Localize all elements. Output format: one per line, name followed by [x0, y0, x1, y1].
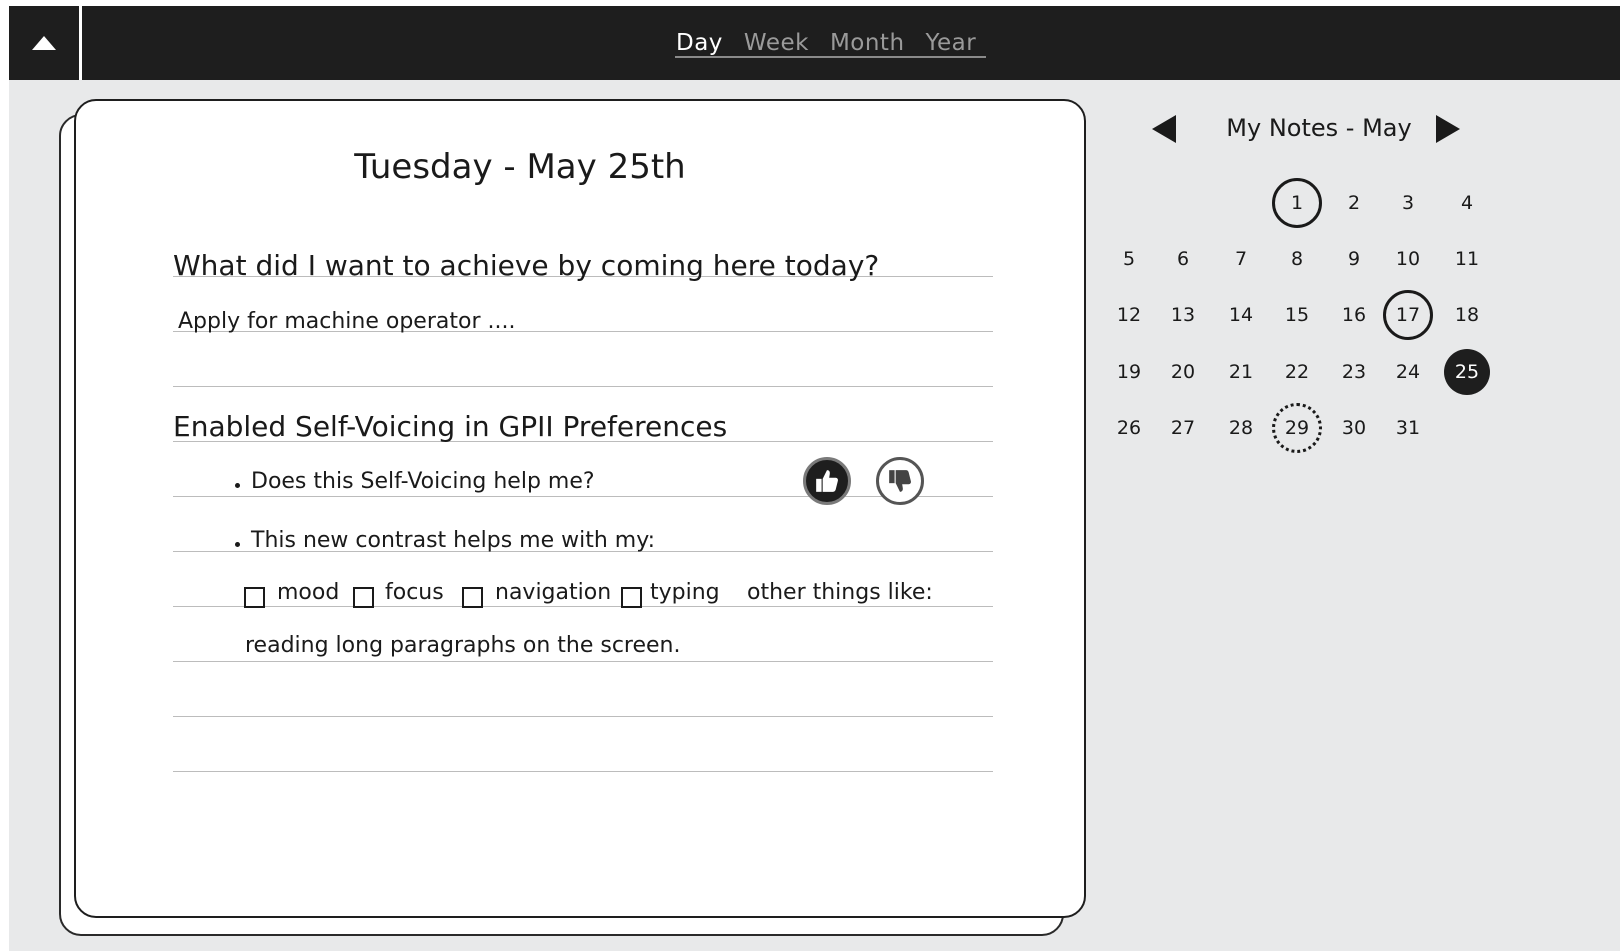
app-window: Day Week Month Year Tuesday - May 25th W…: [9, 6, 1620, 951]
bullet-dot: [235, 542, 240, 547]
note-rule: [173, 661, 993, 662]
checkbox-mood-label: mood: [277, 580, 340, 605]
calendar-day-14[interactable]: 14: [1216, 290, 1266, 340]
calendar-day-24[interactable]: 24: [1383, 347, 1433, 397]
calendar-day-3[interactable]: 3: [1383, 178, 1433, 228]
calendar-day-25[interactable]: 25: [1444, 349, 1490, 395]
calendar-day-19[interactable]: 19: [1104, 347, 1154, 397]
answer-text[interactable]: Apply for machine operator ....: [178, 309, 515, 334]
checkbox-focus[interactable]: [353, 587, 374, 608]
checkbox-navigation-label: navigation: [495, 580, 612, 605]
view-tabs: Day Week Month Year: [676, 6, 976, 80]
calendar-header: My Notes - May: [1119, 110, 1519, 146]
thumbs-down-icon: [889, 470, 911, 492]
calendar-day-1[interactable]: 1: [1272, 178, 1322, 228]
bullet-contrast: This new contrast helps me with my:: [251, 528, 656, 553]
calendar-day-7[interactable]: 7: [1216, 234, 1266, 284]
other-things-label: other things like:: [747, 580, 933, 605]
tab-day[interactable]: Day: [676, 30, 723, 56]
question-text: What did I want to achieve by coming her…: [173, 249, 880, 282]
thumbs-up-icon: [816, 470, 838, 492]
calendar-day-16[interactable]: 16: [1329, 290, 1379, 340]
calendar-day-31[interactable]: 31: [1383, 403, 1433, 453]
note-rule: [173, 606, 993, 607]
triangle-right-icon: [1436, 115, 1460, 143]
calendar-day-10[interactable]: 10: [1383, 234, 1433, 284]
other-things-text[interactable]: reading long paragraphs on the screen.: [245, 633, 680, 658]
calendar-day-5[interactable]: 5: [1104, 234, 1154, 284]
calendar-day-15[interactable]: 15: [1272, 290, 1322, 340]
calendar-day-8[interactable]: 8: [1272, 234, 1322, 284]
checkbox-focus-label: focus: [385, 580, 444, 605]
calendar-day-11[interactable]: 11: [1442, 234, 1492, 284]
calendar-day-12[interactable]: 12: [1104, 290, 1154, 340]
checkbox-typing-label: typing: [650, 580, 720, 605]
next-month-button[interactable]: [1433, 114, 1463, 144]
triangle-left-icon: [1152, 115, 1176, 143]
collapse-divider: [79, 6, 82, 80]
calendar-day-17[interactable]: 17: [1383, 290, 1433, 340]
previous-month-button[interactable]: [1149, 114, 1179, 144]
collapse-button[interactable]: [9, 6, 79, 80]
bullet-dot: [235, 483, 240, 488]
tab-underline: [675, 56, 986, 58]
note-rule: [173, 771, 993, 772]
calendar-day-22[interactable]: 22: [1272, 347, 1322, 397]
calendar-day-6[interactable]: 6: [1158, 234, 1208, 284]
calendar-day-9[interactable]: 9: [1329, 234, 1379, 284]
calendar-day-13[interactable]: 13: [1158, 290, 1208, 340]
checkbox-mood[interactable]: [244, 587, 265, 608]
calendar-day-26[interactable]: 26: [1104, 403, 1154, 453]
bullet-self-voicing: Does this Self-Voicing help me?: [251, 469, 595, 494]
note-rule: [173, 716, 993, 717]
tab-month[interactable]: Month: [830, 30, 905, 56]
calendar-day-18[interactable]: 18: [1442, 290, 1492, 340]
tab-year[interactable]: Year: [926, 30, 977, 56]
notebook-page: Tuesday - May 25th What did I want to ac…: [74, 99, 1086, 918]
calendar-day-29[interactable]: 29: [1272, 403, 1322, 453]
preference-heading: Enabled Self-Voicing in GPII Preferences: [173, 410, 728, 443]
calendar-day-2[interactable]: 2: [1329, 178, 1379, 228]
tab-week[interactable]: Week: [744, 30, 809, 56]
thumbs-down-button[interactable]: [876, 457, 924, 505]
calendar-day-4[interactable]: 4: [1442, 178, 1492, 228]
checkbox-typing[interactable]: [621, 587, 642, 608]
calendar-day-30[interactable]: 30: [1329, 403, 1379, 453]
calendar-day-28[interactable]: 28: [1216, 403, 1266, 453]
triangle-up-icon: [32, 36, 56, 50]
note-rule: [173, 496, 993, 497]
note-rule: [173, 386, 993, 387]
calendar-day-20[interactable]: 20: [1158, 347, 1208, 397]
checkbox-navigation[interactable]: [462, 587, 483, 608]
top-bar: Day Week Month Year: [9, 6, 1620, 80]
thumbs-up-button[interactable]: [803, 457, 851, 505]
calendar-day-23[interactable]: 23: [1329, 347, 1379, 397]
calendar-day-21[interactable]: 21: [1216, 347, 1266, 397]
calendar-day-27[interactable]: 27: [1158, 403, 1208, 453]
day-title: Tuesday - May 25th: [354, 147, 686, 187]
